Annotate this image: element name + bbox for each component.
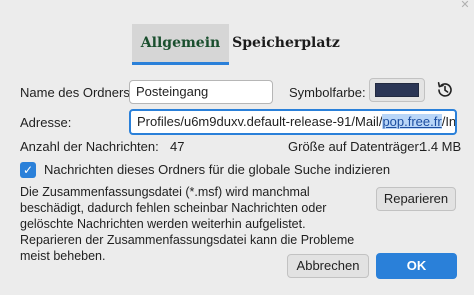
symbol-color-button[interactable] [369,78,425,102]
close-icon[interactable]: ✕ [460,0,470,11]
address-input[interactable]: Profiles/u6m9duxv.default-release-91/Mai… [129,109,457,135]
folder-name-input[interactable]: Posteingang [129,80,273,104]
message-count-label: Anzahl der Nachrichten: [20,139,159,154]
address-selection: pop.free.fr [382,114,442,129]
repair-button[interactable]: Reparieren [376,187,456,211]
global-search-label[interactable]: Nachrichten dieses Ordners für die globa… [44,162,390,177]
cancel-button[interactable]: Abbrechen [287,254,369,278]
tab-bar: Allgemein Speicherplatz [0,24,474,65]
global-search-checkbox[interactable]: ✓ [20,162,36,178]
address-text-end: /Inbox [441,114,457,129]
symbol-color-label: Symbolfarbe: [289,85,366,100]
tab-storage[interactable]: Speicherplatz [232,24,340,62]
repair-description: Die Zusammenfassungsdatei (*.msf) wird m… [20,185,355,263]
address-text: Profiles/u6m9duxv.default-release-91/Mai… [137,114,383,129]
disk-size-label: Größe auf Datenträger: [288,139,423,154]
tab-general[interactable]: Allgemein [132,24,229,65]
ok-button[interactable]: OK [376,253,457,279]
disk-size-value: 1.4 MB [420,139,462,154]
folder-name-label: Name des Ordners: [20,85,134,100]
history-reset-icon[interactable] [434,79,456,101]
message-count-value: 47 [170,139,185,154]
address-label: Adresse: [20,115,72,130]
color-swatch [375,83,419,97]
folder-properties-dialog: ✕ Allgemein Speicherplatz Name des Ordne… [0,0,474,295]
